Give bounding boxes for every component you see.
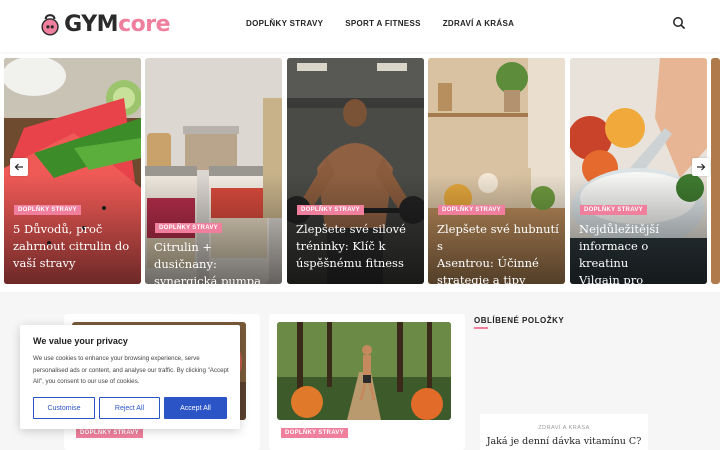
search-icon[interactable] xyxy=(672,16,686,30)
arrow-right-icon xyxy=(697,163,706,171)
category-badge[interactable]: DOPLŇKY STRAVY xyxy=(155,223,222,233)
sidebar-title: OBLÍBENÉ POLOŽKY xyxy=(474,316,565,325)
customise-button[interactable]: Customise xyxy=(33,397,95,419)
category-badge[interactable]: DOPLŇKY STRAVY xyxy=(281,428,348,438)
accept-all-button[interactable]: Accept All xyxy=(164,397,227,419)
main-nav: DOPLŇKY STRAVY SPORT A FITNESS ZDRAVÍ A … xyxy=(246,19,514,28)
post-card[interactable]: DOPLŇKY STRAVY xyxy=(269,314,465,450)
slide-image xyxy=(711,58,720,284)
slide-partial xyxy=(711,58,720,284)
nav-item-zdravi-a-krasa[interactable]: ZDRAVÍ A KRÁSA xyxy=(443,19,514,28)
category-badge[interactable]: DOPLŇKY STRAVY xyxy=(76,428,143,438)
popular-post[interactable]: ZDRAVÍ A KRÁSA Jaká je denní dávka vitam… xyxy=(480,414,648,450)
slide-asentra[interactable]: DOPLŇKY STRAVY Zlepšete své hubnutí s As… xyxy=(428,58,565,284)
category-badge[interactable]: DOPLŇKY STRAVY xyxy=(297,205,364,215)
post-thumbnail[interactable] xyxy=(277,322,451,420)
slide-citrulin-dusicnany[interactable]: DOPLŇKY STRAVY Citrulin + dusičnany: syn… xyxy=(145,58,282,284)
site-header: GYMcore DOPLŇKY STRAVY SPORT A FITNESS Z… xyxy=(0,0,720,52)
slide-title[interactable]: 5 Důvodů, proč zahrnout citrulin do vaší… xyxy=(13,221,135,272)
post-category[interactable]: ZDRAVÍ A KRÁSA xyxy=(480,425,648,431)
nav-item-doplnky-stravy[interactable]: DOPLŇKY STRAVY xyxy=(246,19,323,28)
category-badge[interactable]: DOPLŇKY STRAVY xyxy=(438,205,505,215)
nav-item-sport-a-fitness[interactable]: SPORT A FITNESS xyxy=(345,19,420,28)
kettlebell-logo-icon xyxy=(41,14,59,36)
slide-title[interactable]: Zlepšete své silové tréninky: Klíč k úsp… xyxy=(296,221,418,272)
post-image xyxy=(277,322,451,420)
slide-kreatin-vilgain[interactable]: DOPLŇKY STRAVY Nejdůležitější informace … xyxy=(570,58,707,284)
post-title[interactable]: Jaká je denní dávka vitamínu C? xyxy=(480,436,648,447)
slider-next-button[interactable] xyxy=(692,158,710,176)
cookie-consent-banner: We value your privacy We use cookies to … xyxy=(20,325,240,429)
logo-wordmark: GYMcore xyxy=(64,11,170,37)
slide-title[interactable]: Zlepšete své hubnutí s Asentrou: Účinné … xyxy=(437,221,559,284)
featured-slider: DOPLŇKY STRAVY 5 Důvodů, proč zahrnout c… xyxy=(0,58,720,284)
cookie-title: We value your privacy xyxy=(33,336,128,346)
cookie-text: We use cookies to enhance your browsing … xyxy=(33,355,229,385)
category-badge[interactable]: DOPLŇKY STRAVY xyxy=(14,205,81,215)
slide-silove-treninky[interactable]: DOPLŇKY STRAVY Zlepšete své silové tréni… xyxy=(287,58,424,284)
slide-title[interactable]: Citrulin + dusičnany: synergická pumpa xyxy=(154,239,276,284)
category-badge[interactable]: DOPLŇKY STRAVY xyxy=(580,205,647,215)
slider-prev-button[interactable] xyxy=(10,158,28,176)
sidebar-title-underline xyxy=(474,327,488,329)
site-logo[interactable]: GYMcore xyxy=(40,6,170,42)
arrow-left-icon xyxy=(14,163,23,171)
slide-title[interactable]: Nejdůležitější informace o kreatinu Vilg… xyxy=(579,221,701,284)
reject-all-button[interactable]: Reject All xyxy=(99,397,160,419)
